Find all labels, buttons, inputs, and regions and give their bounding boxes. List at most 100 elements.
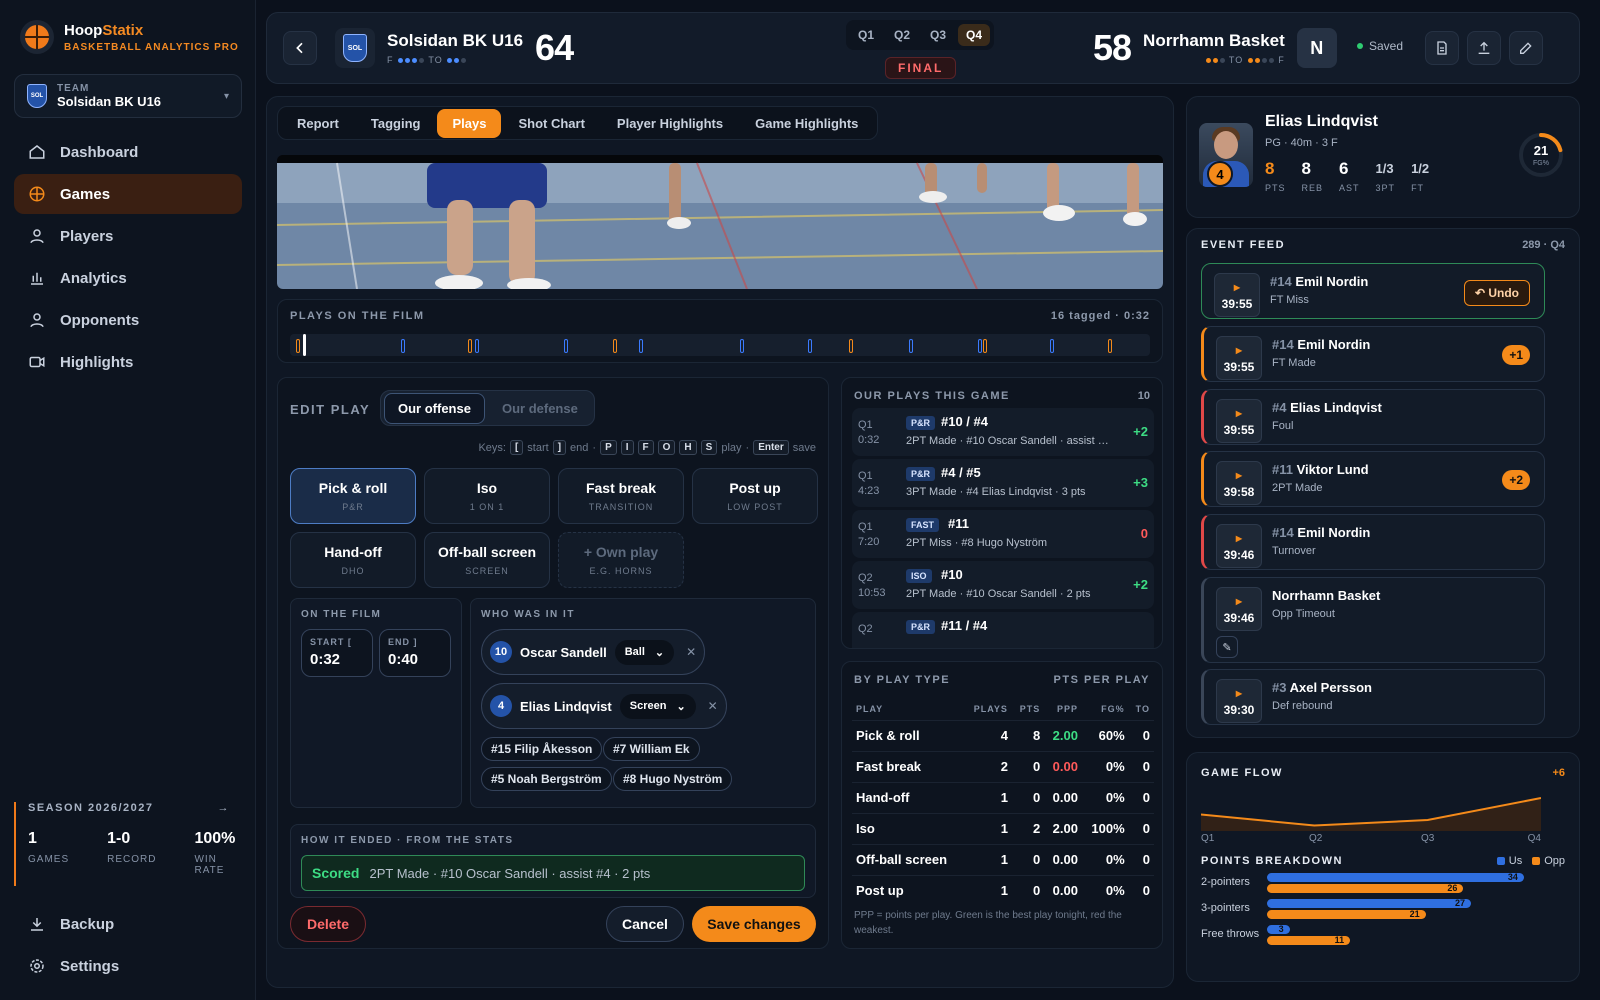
edit-button[interactable] — [1509, 31, 1543, 65]
toggle-our-defense[interactable]: Our defense — [489, 394, 591, 423]
quarter-q1[interactable]: Q1 — [850, 24, 882, 46]
play-type-iso[interactable]: Iso 1 ON 1 — [424, 468, 550, 524]
our-play-row[interactable]: Q2 P&R #11 / #4 — [852, 612, 1154, 648]
play-type-off-ball-screen[interactable]: Off-ball screen SCREEN — [424, 532, 550, 588]
our-play-row[interactable]: Q2 10:53 ISO #10 2PT Made · #10 Oscar Sandel… — [852, 561, 1154, 609]
table-row[interactable]: Fast break 2 0 0.00 0% 0 — [852, 751, 1154, 783]
event-play-button[interactable]: ▶ 39:55 — [1216, 336, 1262, 380]
our-play-row[interactable]: Q1 7:20 FAST #11 2PT Miss · #8 Hugo Nyström 0 — [852, 510, 1154, 558]
nav-item-players[interactable]: Players — [14, 216, 242, 256]
add-own-play-button[interactable]: + Own play E.G. HORNS — [558, 532, 684, 588]
table-row[interactable]: Hand-off 1 0 0.00 0% 0 — [852, 782, 1154, 814]
nav-item-highlights[interactable]: Highlights — [14, 342, 242, 382]
our-play-row[interactable]: Q1 4:23 P&R #4 / #5 3PT Made · #4 Elias Lind… — [852, 459, 1154, 507]
event-play-button[interactable]: ▶ 39:30 — [1216, 679, 1262, 723]
end-time-field[interactable]: END ] 0:40 — [379, 629, 451, 677]
nav-item-opponents[interactable]: Opponents — [14, 300, 242, 340]
table-row[interactable]: Pick & roll 4 8 2.00 60% 0 — [852, 720, 1154, 752]
event-item[interactable]: ▶ 39:55 #14 Emil Nordin FT Made +1 — [1201, 326, 1545, 382]
table-row[interactable]: Post up 1 0 0.00 0% 0 — [852, 875, 1154, 906]
event-item[interactable]: ▶ 39:30 #3 Axel Persson Def rebound — [1201, 669, 1545, 725]
play-type-pick-and-roll[interactable]: Pick & roll P&R — [290, 468, 416, 524]
player-meta: PG · 40m · 3 F — [1265, 137, 1338, 149]
timeline-marker[interactable] — [849, 339, 853, 353]
timeline-marker[interactable] — [296, 339, 300, 353]
toggle-our-offense[interactable]: Our offense — [384, 392, 485, 424]
timeline-marker[interactable] — [1050, 339, 1054, 353]
video-player[interactable] — [277, 155, 1163, 289]
event-item[interactable]: ▶ 39:46 Norrhamn Basket Opp Timeout ✎ — [1201, 577, 1545, 663]
nav-item-games[interactable]: Games — [14, 174, 242, 214]
selected-player[interactable]: 10 Oscar Sandell Ball ⌄ ✕ — [481, 629, 706, 675]
bench-player-chip[interactable]: #8 Hugo Nyström — [613, 767, 733, 791]
play-type-hand-off[interactable]: Hand-off DHO — [290, 532, 416, 588]
event-play-button[interactable]: ▶ 39:55 — [1216, 399, 1262, 443]
timeline-marker[interactable] — [808, 339, 812, 353]
start-time-field[interactable]: START [0:32 — [301, 629, 373, 677]
table-cell: Hand-off — [852, 782, 965, 814]
quarter-q2[interactable]: Q2 — [886, 24, 918, 46]
quarter-q4[interactable]: Q4 — [958, 24, 991, 46]
selected-player[interactable]: 4 Elias Lindqvist Screen ⌄ ✕ — [481, 683, 727, 729]
event-item[interactable]: ▶ 39:46 #14 Emil Nordin Turnover — [1201, 514, 1545, 570]
tab-report[interactable]: Report — [282, 109, 354, 138]
timeline-marker[interactable] — [613, 339, 617, 353]
timeline-track[interactable] — [290, 334, 1150, 356]
nav-item-settings[interactable]: Settings — [14, 946, 242, 986]
season-games-label: GAMES — [28, 854, 70, 865]
team-selector[interactable]: SOL TEAM Solsidan BK U16 ▾ — [14, 74, 242, 118]
timeline-marker[interactable] — [983, 339, 987, 353]
event-play-button[interactable]: ▶ 39:58 — [1216, 461, 1262, 505]
bench-player-chip[interactable]: #15 Filip Åkesson — [481, 737, 603, 761]
event-play-button[interactable]: ▶ 39:46 — [1216, 587, 1262, 631]
timeline-marker[interactable] — [401, 339, 405, 353]
save-changes-button[interactable]: Save changes — [692, 906, 816, 942]
remove-player-icon[interactable]: ✕ — [708, 699, 718, 713]
cancel-button[interactable]: Cancel — [606, 906, 684, 942]
play-type-post-up[interactable]: Post up LOW POST — [692, 468, 818, 524]
bench-player-chip[interactable]: #7 William Ek — [603, 737, 700, 761]
nav-item-backup[interactable]: Backup — [14, 904, 242, 944]
undo-button[interactable]: ↶ Undo — [1463, 280, 1530, 306]
tab-game-highlights[interactable]: Game Highlights — [740, 109, 873, 138]
event-play-button[interactable]: ▶ 39:46 — [1216, 524, 1262, 568]
table-row[interactable]: Iso 1 2 2.00 100% 0 — [852, 813, 1154, 845]
timeline-marker[interactable] — [475, 339, 479, 353]
our-play-row[interactable]: Q1 0:32 P&R #10 / #4 2PT Made · #10 Oscar Sa… — [852, 408, 1154, 456]
player-card[interactable]: 4 Elias Lindqvist PG · 40m · 3 F 8 PTS 8 RE… — [1186, 96, 1580, 218]
event-play-button[interactable]: ▶ 39:55 — [1214, 273, 1260, 317]
timeline-marker[interactable] — [978, 339, 982, 353]
timeline-marker[interactable] — [740, 339, 744, 353]
table-cell: 0% — [1081, 782, 1129, 814]
timeline-marker[interactable] — [468, 339, 472, 353]
timeline-marker[interactable] — [639, 339, 643, 353]
quarter-q3[interactable]: Q3 — [922, 24, 954, 46]
table-row[interactable]: Off-ball screen 1 0 0.00 0% 0 — [852, 844, 1154, 876]
pencil-icon[interactable]: ✎ — [1216, 636, 1238, 658]
tab-tagging[interactable]: Tagging — [356, 109, 436, 138]
report-button[interactable] — [1425, 31, 1459, 65]
timeline-marker[interactable] — [564, 339, 568, 353]
back-button[interactable] — [283, 31, 317, 65]
remove-player-icon[interactable]: ✕ — [686, 645, 696, 659]
play-icon: ▶ — [1235, 409, 1243, 418]
event-item[interactable]: ▶ 39:55 #4 Elias Lindqvist Foul — [1201, 389, 1545, 445]
player-stat-value: 6 — [1339, 159, 1349, 178]
bench-player-chip[interactable]: #5 Noah Bergström — [481, 767, 612, 791]
tab-shot-chart[interactable]: Shot Chart — [503, 109, 599, 138]
play-type-fast-break[interactable]: Fast break TRANSITION — [558, 468, 684, 524]
player-role-select[interactable]: Ball ⌄ — [614, 639, 675, 665]
player-role-select[interactable]: Screen ⌄ — [619, 693, 696, 719]
nav-item-dashboard[interactable]: Dashboard — [14, 132, 242, 172]
delete-button[interactable]: Delete — [290, 906, 366, 942]
event-item[interactable]: ▶ 39:58 #11 Viktor Lund 2PT Made +2 — [1201, 451, 1545, 507]
timeline-playhead[interactable] — [303, 334, 306, 356]
event-item[interactable]: ▶ 39:55 #14 Emil Nordin FT Miss ↶ Undo — [1201, 263, 1545, 319]
timeline-marker[interactable] — [1108, 339, 1112, 353]
share-button[interactable] — [1467, 31, 1501, 65]
arrow-right-icon[interactable]: → — [218, 802, 231, 814]
tab-plays[interactable]: Plays — [437, 108, 502, 138]
tab-player-highlights[interactable]: Player Highlights — [602, 109, 738, 138]
nav-item-analytics[interactable]: Analytics — [14, 258, 242, 298]
timeline-marker[interactable] — [909, 339, 913, 353]
